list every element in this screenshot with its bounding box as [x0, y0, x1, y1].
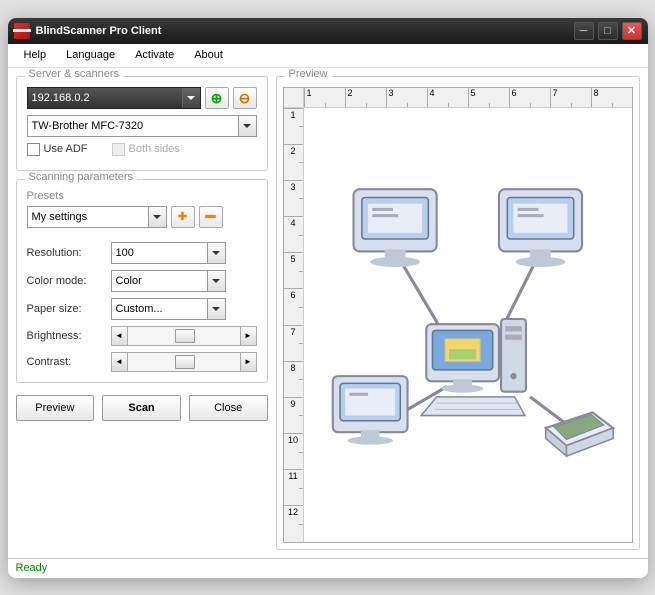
preset-combo[interactable]: My settings	[27, 206, 167, 228]
chevron-down-icon	[238, 116, 256, 136]
window-controls: ─ □ ✕	[574, 22, 642, 40]
brightness-slider[interactable]: ◄ ►	[111, 326, 257, 346]
content: Server & scanners 192.168.0.2 ⊕ ⊖ TW-Bro…	[8, 68, 648, 558]
server-scanners-group: Server & scanners 192.168.0.2 ⊕ ⊖ TW-Bro…	[16, 76, 268, 171]
status-text: Ready	[16, 562, 48, 574]
ruler-h-tick: 1	[304, 88, 345, 107]
brightness-increase[interactable]: ►	[240, 327, 256, 345]
color-mode-value: Color	[116, 275, 142, 287]
minus-icon: ━	[206, 207, 216, 227]
contrast-thumb[interactable]	[175, 355, 195, 369]
preview-group: Preview 1 2 3 4 5 6 7 8 1 2 3 4	[276, 76, 640, 550]
menu-language[interactable]: Language	[58, 46, 123, 64]
remove-server-button[interactable]: ⊖	[233, 87, 257, 109]
contrast-track[interactable]	[128, 353, 240, 371]
ruler-v-tick: 4	[284, 216, 303, 252]
server-scanners-legend: Server & scanners	[25, 68, 123, 80]
paper-size-value: Custom...	[116, 303, 163, 315]
action-buttons: Preview Scan Close	[16, 391, 268, 425]
scanner-combo[interactable]: TW-Brother MFC-7320	[27, 115, 257, 137]
use-adf-label: Use ADF	[44, 143, 88, 155]
preview-canvas[interactable]	[304, 108, 632, 542]
ruler-v-tick: 1	[284, 108, 303, 144]
network-diagram-icon	[312, 158, 624, 490]
contrast-slider[interactable]: ◄ ►	[111, 352, 257, 372]
ruler-v-tick: 3	[284, 180, 303, 216]
close-button[interactable]: Close	[189, 395, 268, 421]
maximize-button[interactable]: □	[598, 22, 618, 40]
remove-server-icon: ⊖	[239, 91, 251, 105]
brightness-decrease[interactable]: ◄	[112, 327, 128, 345]
ruler-h-tick: 2	[345, 88, 386, 107]
presets-label: Presets	[27, 190, 257, 202]
brightness-thumb[interactable]	[175, 329, 195, 343]
menu-help[interactable]: Help	[16, 46, 55, 64]
close-window-button[interactable]: ✕	[622, 22, 642, 40]
contrast-label: Contrast:	[27, 356, 107, 368]
resolution-combo[interactable]: 100	[111, 242, 226, 264]
preset-value: My settings	[32, 211, 88, 223]
menu-activate[interactable]: Activate	[127, 46, 182, 64]
statusbar: Ready	[8, 558, 648, 578]
ruler-h-tick: 4	[427, 88, 468, 107]
both-sides-checkbox	[112, 143, 125, 156]
ruler-h-tick: 7	[550, 88, 591, 107]
color-mode-label: Color mode:	[27, 275, 107, 287]
both-sides-label: Both sides	[129, 143, 180, 155]
ruler-v-tick: 5	[284, 252, 303, 288]
ruler-v-tick: 9	[284, 397, 303, 433]
ruler-h-tick: 6	[509, 88, 550, 107]
ruler-v-tick: 10	[284, 433, 303, 469]
minimize-button[interactable]: ─	[574, 22, 594, 40]
menubar: Help Language Activate About	[8, 44, 648, 68]
scanning-params-group: Scanning parameters Presets My settings …	[16, 179, 268, 383]
color-mode-combo[interactable]: Color	[111, 270, 226, 292]
app-window: BlindScanner Pro Client ─ □ ✕ Help Langu…	[8, 18, 648, 578]
add-server-button[interactable]: ⊕	[205, 87, 229, 109]
titlebar: BlindScanner Pro Client ─ □ ✕	[8, 18, 648, 44]
add-preset-button[interactable]: ✚	[171, 206, 195, 228]
preview-button[interactable]: Preview	[16, 395, 95, 421]
server-address-combo[interactable]: 192.168.0.2	[27, 87, 201, 109]
ruler-v-tick: 8	[284, 361, 303, 397]
left-panel: Server & scanners 192.168.0.2 ⊕ ⊖ TW-Bro…	[16, 76, 268, 550]
ruler-corner	[284, 88, 304, 108]
paper-size-combo[interactable]: Custom...	[111, 298, 226, 320]
remove-preset-button[interactable]: ━	[199, 206, 223, 228]
ruler-v-tick: 2	[284, 144, 303, 180]
brightness-track[interactable]	[128, 327, 240, 345]
chevron-down-icon	[207, 299, 225, 319]
ruler-v-tick: 7	[284, 325, 303, 361]
resolution-value: 100	[116, 247, 134, 259]
preview-legend: Preview	[285, 68, 332, 80]
chevron-down-icon	[207, 243, 225, 263]
ruler-h-tick: 3	[386, 88, 427, 107]
ruler-h-tick: 8	[591, 88, 632, 107]
preview-area: 1 2 3 4 5 6 7 8 1 2 3 4 5 6 7 8	[283, 87, 633, 543]
use-adf-checkbox[interactable]	[27, 143, 40, 156]
add-server-icon: ⊕	[211, 91, 223, 105]
contrast-increase[interactable]: ►	[240, 353, 256, 371]
brightness-label: Brightness:	[27, 330, 107, 342]
scanner-value: TW-Brother MFC-7320	[32, 120, 144, 132]
resolution-label: Resolution:	[27, 247, 107, 259]
ruler-v-tick: 11	[284, 469, 303, 505]
paper-size-label: Paper size:	[27, 303, 107, 315]
chevron-down-icon	[207, 271, 225, 291]
plus-icon: ✚	[178, 210, 187, 223]
server-address-value: 192.168.0.2	[32, 92, 90, 104]
ruler-horizontal: 1 2 3 4 5 6 7 8	[304, 88, 632, 108]
scan-button[interactable]: Scan	[102, 395, 181, 421]
app-icon	[14, 23, 30, 39]
chevron-down-icon	[182, 88, 200, 108]
chevron-down-icon	[148, 207, 166, 227]
ruler-vertical: 1 2 3 4 5 6 7 8 9 10 11 12	[284, 108, 304, 542]
window-title: BlindScanner Pro Client	[36, 25, 574, 37]
ruler-h-tick: 5	[468, 88, 509, 107]
scanning-params-legend: Scanning parameters	[25, 171, 138, 183]
contrast-decrease[interactable]: ◄	[112, 353, 128, 371]
ruler-v-tick: 12	[284, 505, 303, 541]
ruler-v-tick: 6	[284, 288, 303, 324]
menu-about[interactable]: About	[186, 46, 231, 64]
